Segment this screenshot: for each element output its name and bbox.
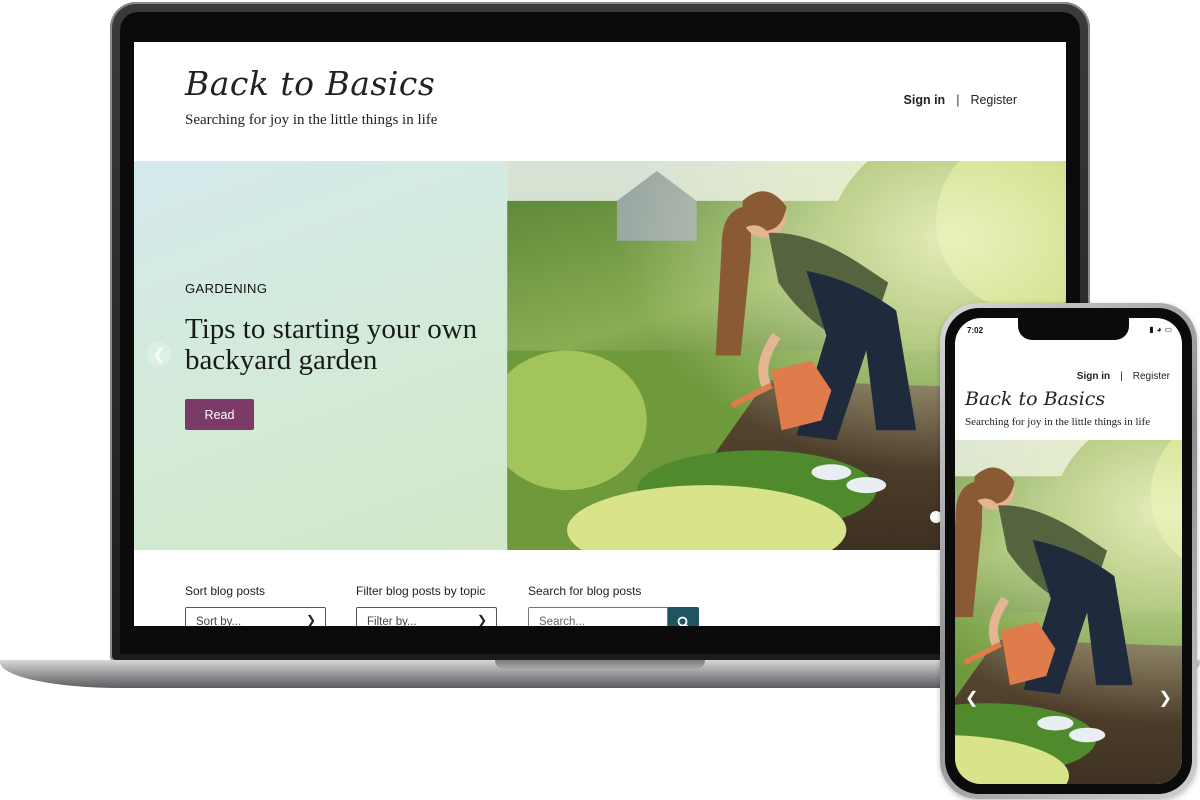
sort-select-value: Sort by... xyxy=(196,616,242,626)
hero-carousel: ❮ GARDENING Tips to starting your own ba… xyxy=(134,161,1066,550)
filter-label: Filter blog posts by topic xyxy=(356,584,486,598)
phone-site-tagline: Searching for joy in the little things i… xyxy=(965,416,1151,428)
phone-frame: 7:02 ▮ ◕ ▭ Sign in | Register Back to Ba… xyxy=(940,303,1197,799)
hero-title: Tips to starting your own backyard garde… xyxy=(185,313,478,376)
status-icons: ▮ ◕ ▭ xyxy=(1149,325,1172,334)
status-time: 7:02 xyxy=(967,326,984,335)
chevron-left-icon[interactable]: ❮ xyxy=(965,688,978,708)
laptop-screen: Back to Basics Searching for joy in the … xyxy=(134,42,1066,626)
read-button[interactable]: Read xyxy=(185,399,254,430)
phone-garden-photo-image xyxy=(955,440,1182,784)
search-label: Search for blog posts xyxy=(528,584,642,598)
search-input[interactable]: Search... xyxy=(528,607,668,626)
site-logo[interactable]: Back to Basics xyxy=(185,64,435,103)
filter-select[interactable]: Filter by... ❯ xyxy=(356,607,497,626)
phone-auth-links: Sign in | Register xyxy=(1077,371,1170,382)
phone-register-link[interactable]: Register xyxy=(1133,371,1170,382)
chevron-down-icon: ❯ xyxy=(305,613,316,626)
auth-separator: | xyxy=(956,93,960,107)
phone-bezel: 7:02 ▮ ◕ ▭ Sign in | Register Back to Ba… xyxy=(945,308,1192,794)
sort-select[interactable]: Sort by... ❯ xyxy=(185,607,326,626)
wifi-icon: ◕ xyxy=(1156,325,1162,334)
signal-icon: ▮ xyxy=(1149,325,1154,334)
site-tagline: Searching for joy in the little things i… xyxy=(185,112,438,128)
hero-category: GARDENING xyxy=(185,281,268,296)
phone-sign-in-link[interactable]: Sign in xyxy=(1077,371,1110,382)
search-button[interactable] xyxy=(668,607,699,626)
sort-label: Sort blog posts xyxy=(185,584,266,598)
search-icon xyxy=(677,616,689,626)
chevron-right-icon[interactable]: ❯ xyxy=(1159,688,1172,708)
blog-controls: Sort blog posts Sort by... ❯ Filter blog… xyxy=(134,550,1066,626)
register-link[interactable]: Register xyxy=(970,93,1017,107)
site-header: Back to Basics Searching for joy in the … xyxy=(134,42,1066,161)
battery-icon: ▭ xyxy=(1164,325,1172,334)
laptop-opening-notch xyxy=(495,660,705,669)
phone-notch xyxy=(1018,318,1129,340)
phone-screen: 7:02 ▮ ◕ ▭ Sign in | Register Back to Ba… xyxy=(955,318,1182,784)
hero-text-panel: ❮ GARDENING Tips to starting your own ba… xyxy=(134,161,507,550)
filter-select-value: Filter by... xyxy=(367,616,417,626)
chevron-down-icon: ❯ xyxy=(476,613,487,626)
phone-auth-separator: | xyxy=(1120,371,1123,382)
sign-in-link[interactable]: Sign in xyxy=(904,93,946,107)
chevron-left-icon[interactable]: ❮ xyxy=(147,342,171,366)
auth-links: Sign in | Register xyxy=(904,93,1017,107)
phone-site-logo[interactable]: Back to Basics xyxy=(965,388,1105,410)
phone-hero-photo xyxy=(955,440,1182,784)
